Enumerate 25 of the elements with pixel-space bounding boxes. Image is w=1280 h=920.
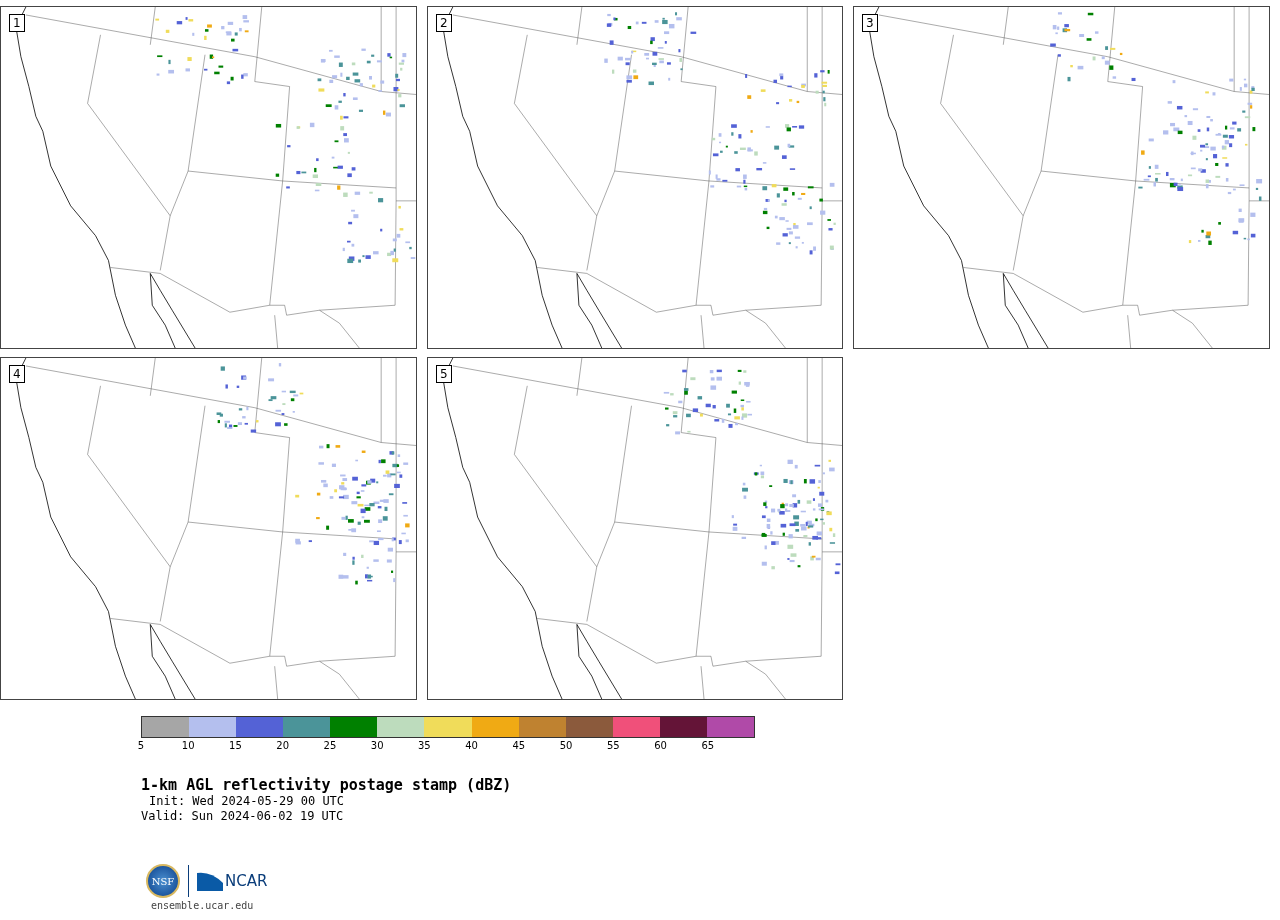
ncar-logo-text: NCAR bbox=[225, 872, 268, 890]
nsf-logo: NSF bbox=[146, 864, 180, 898]
panel-number: 4 bbox=[9, 365, 25, 383]
colorbar-tick-label: 35 bbox=[418, 740, 431, 751]
ncar-logo-icon bbox=[197, 871, 223, 891]
panel-number: 1 bbox=[9, 14, 25, 32]
colorbar-tick-label: 65 bbox=[701, 740, 715, 751]
panel-number: 5 bbox=[436, 365, 452, 383]
colorbar-tick-label: 50 bbox=[559, 740, 573, 751]
colorbar-tick-label: 40 bbox=[465, 740, 478, 751]
colorbar-tick-label: 30 bbox=[370, 740, 384, 751]
colorbar-tick-label: 55 bbox=[606, 740, 620, 751]
panel-number: 2 bbox=[436, 14, 452, 32]
colorbar-tick-label: 10 bbox=[181, 740, 195, 751]
colorbar-tick-label: 15 bbox=[229, 740, 242, 751]
colorbar-tick-label: 45 bbox=[512, 740, 526, 751]
colorbar-tick-label: 20 bbox=[276, 740, 290, 751]
colorbar-tick-label: 60 bbox=[654, 740, 667, 751]
init-time: Init: Wed 2024-05-29 00 UTC bbox=[148, 794, 346, 809]
website-url: ensemble.ucar.edu bbox=[151, 900, 255, 912]
plot-title: 1-km AGL reflectivity postage stamp (dBZ) bbox=[141, 776, 513, 794]
colorbar-tick-label: 5 bbox=[137, 740, 145, 751]
panel-number: 3 bbox=[862, 14, 878, 32]
valid-time: Valid: Sun 2024-06-02 19 UTC bbox=[141, 809, 345, 824]
colorbar-tick-label: 25 bbox=[323, 740, 337, 751]
